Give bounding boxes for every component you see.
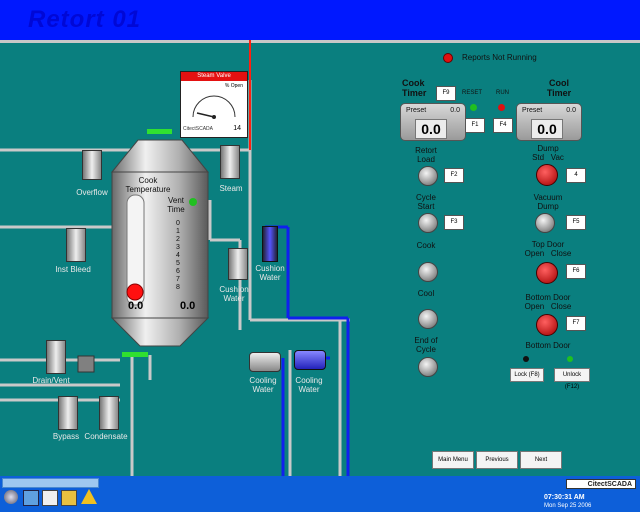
gauge-needle: [196, 112, 215, 118]
dump-switch[interactable]: [536, 164, 558, 186]
cooling-water-label-1: Cooling Water: [249, 376, 277, 394]
cushion-water-valve-icon[interactable]: [228, 248, 248, 280]
cool-indicator: [418, 309, 438, 329]
previous-button[interactable]: Previous: [476, 451, 518, 469]
steam-label: Steam: [219, 184, 243, 193]
steam-valve-icon[interactable]: [220, 145, 240, 179]
page-title: Retort 01: [28, 6, 142, 33]
alarm-bar[interactable]: [2, 478, 99, 488]
cook-timer-key[interactable]: F9: [436, 86, 456, 101]
bottom-door-key[interactable]: F7: [566, 316, 586, 331]
condensate-valve-icon[interactable]: [99, 396, 119, 430]
vacuum-dump-label: Vacuum Dump: [533, 193, 563, 211]
cycle-start-button[interactable]: [418, 213, 438, 233]
next-button[interactable]: Next: [520, 451, 562, 469]
gauge-value: 14: [233, 125, 241, 132]
cook-label: Cook: [416, 241, 436, 250]
bottom-door-switch[interactable]: [536, 314, 558, 336]
dump-sub-label: Std Vac: [532, 153, 564, 162]
end-of-cycle-indicator: [418, 357, 438, 377]
cool-timer-value: 0.0: [531, 119, 563, 139]
cooling-water-blue-pump-icon[interactable]: [294, 350, 326, 370]
cushion-water-label-1: Cushion Water: [219, 285, 249, 303]
unlock-button[interactable]: Unlock (F12): [554, 368, 590, 390]
reset-label: RESET: [462, 90, 483, 96]
main-menu-button[interactable]: Main Menu: [432, 451, 474, 469]
preset-value: 0.0: [450, 107, 460, 114]
preset-label: Preset: [522, 107, 543, 114]
drain-vent-label: Drain/Vent: [32, 376, 70, 385]
gauge-title: Steam Valve: [181, 72, 247, 81]
cushion-water-blue-valve-icon[interactable]: [262, 226, 278, 262]
cool-timer-display: Preset 0.0 0.0: [516, 103, 582, 141]
cool-timer-title: Cool Timer: [546, 78, 572, 98]
drain-vent-valve-icon[interactable]: [46, 340, 66, 374]
cooling-water-label-2: Cooling Water: [295, 376, 323, 394]
steam-valve-gauge: Steam Valve % Open CitectSCADA 14: [180, 71, 248, 138]
cook-timer-title: Cook Timer: [402, 78, 427, 98]
run-led: [498, 104, 505, 111]
dump-key[interactable]: 4: [566, 168, 586, 183]
cook-temp-value: 0.0: [128, 300, 144, 312]
cook-timer-value: 0.0: [415, 119, 447, 139]
report-icon[interactable]: [42, 490, 58, 506]
cook-temp-label: Cook Temperature: [125, 176, 171, 194]
cook-timer-display: Preset 0.0 0.0: [400, 103, 466, 141]
overflow-label: Overflow: [76, 188, 108, 197]
lock-button[interactable]: Lock (F8): [510, 368, 544, 382]
alarm-summary-icon[interactable]: [61, 490, 77, 506]
bypass-valve-icon[interactable]: [58, 396, 78, 430]
vacuum-dump-key[interactable]: F5: [566, 215, 586, 230]
overflow-valve-icon[interactable]: [82, 150, 102, 180]
cool-label: Cool: [417, 289, 435, 298]
dump-label: Dump: [537, 144, 559, 153]
lock-led: [523, 356, 529, 362]
run-label: RUN: [496, 90, 509, 96]
retort-load-key[interactable]: F2: [444, 168, 464, 183]
reset-key[interactable]: F1: [465, 118, 485, 133]
vent-time-scale: 012 345 678: [176, 220, 180, 291]
reset-led: [470, 104, 477, 111]
gauge-dial: [192, 95, 236, 119]
cycle-start-key[interactable]: F3: [444, 215, 464, 230]
end-of-cycle-label: End of Cycle: [414, 336, 438, 354]
cooling-water-pump-icon[interactable]: [249, 352, 281, 372]
system-icon[interactable]: [4, 490, 18, 504]
cook-indicator: [418, 262, 438, 282]
retort-load-button[interactable]: [418, 166, 438, 186]
cycle-start-label: Cycle Start: [415, 193, 436, 211]
bottom-door-switch-label: Bottom Door: [525, 293, 571, 302]
preset-label: Preset: [406, 107, 427, 114]
gauge-brand: CitectSCADA: [183, 126, 214, 132]
cushion-water-label-2: Cushion Water: [255, 264, 285, 282]
reports-status-label: Reports Not Running: [462, 53, 537, 62]
retort-load-label: Retort Load: [415, 146, 437, 164]
inst-bleed-valve-icon[interactable]: [66, 228, 86, 262]
top-door-switch[interactable]: [536, 262, 558, 284]
bottom-door-sub-label: Open Close: [524, 302, 572, 311]
warning-icon[interactable]: [81, 489, 97, 504]
preset-value: 0.0: [566, 107, 576, 114]
reports-status-led: [443, 53, 453, 63]
bypass-label: Bypass: [52, 432, 80, 441]
vent-time-label: Vent Time: [167, 196, 185, 214]
vent-time-value: 0.0: [180, 300, 196, 312]
vacuum-dump-button[interactable]: [535, 213, 555, 233]
bottom-door-label: Bottom Door: [525, 341, 571, 350]
condensate-label: Condensate: [84, 432, 128, 441]
inst-bleed-label: Inst Bleed: [55, 265, 91, 274]
title-bar: Retort 01: [0, 0, 640, 40]
top-door-key[interactable]: F6: [566, 264, 586, 279]
run-key[interactable]: F4: [493, 118, 513, 133]
clock-date: Mon Sep 25 2006: [544, 503, 592, 509]
citect-logo: CitectSCADA: [566, 479, 636, 489]
clock-time: 07:30:31 AM: [544, 494, 585, 501]
top-door-label: Top Door: [531, 240, 565, 249]
unlock-led: [567, 356, 573, 362]
top-door-sub-label: Open Close: [524, 249, 572, 258]
trend-icon[interactable]: [23, 490, 39, 506]
